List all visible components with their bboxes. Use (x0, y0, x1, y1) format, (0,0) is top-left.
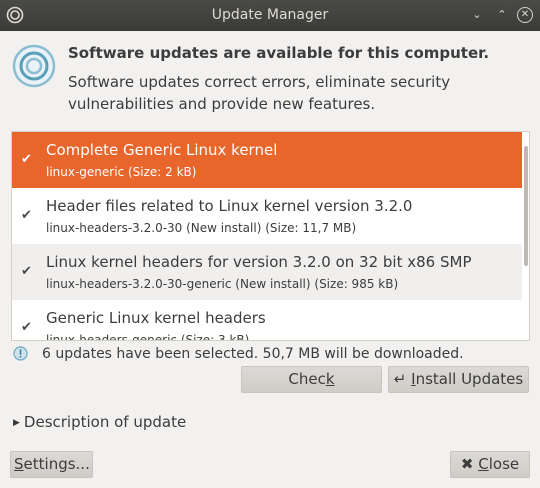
update-row[interactable]: ✔ Generic Linux kernel headers linux-hea… (12, 300, 522, 341)
install-label: nstall Updates (415, 370, 524, 388)
update-name: Linux kernel headers for version 3.2.0 o… (46, 253, 472, 271)
update-package: linux-headers-generic (Size: 3 kB) (46, 333, 250, 341)
scrollbar[interactable] (524, 146, 528, 266)
description-label: Description of update (23, 413, 187, 431)
update-manager-icon (12, 44, 56, 88)
update-name: Complete Generic Linux kernel (46, 141, 278, 159)
update-name: Header files related to Linux kernel ver… (46, 197, 413, 215)
info-icon (13, 346, 28, 361)
expander-arrow-icon: ▶ (13, 418, 20, 428)
update-package: linux-generic (Size: 2 kB) (46, 165, 197, 179)
close-label: lose (488, 455, 520, 473)
maximize-button[interactable]: ⌃ (494, 7, 510, 23)
install-updates-button[interactable]: ↵ Install Updates (388, 366, 529, 393)
checkmark-icon[interactable]: ✔ (21, 152, 32, 167)
checkmark-icon[interactable]: ✔ (21, 208, 32, 223)
close-window-button[interactable]: ✕ (517, 7, 533, 23)
settings-accel: S (14, 455, 24, 473)
checkmark-icon[interactable]: ✔ (21, 320, 32, 335)
close-button[interactable]: ✖ Close (450, 451, 530, 478)
update-row[interactable]: ✔ Linux kernel headers for version 3.2.0… (12, 244, 522, 300)
close-accel: C (478, 455, 489, 473)
checkmark-icon[interactable]: ✔ (21, 264, 32, 279)
update-package: linux-headers-3.2.0-30-generic (New inst… (46, 277, 399, 291)
title-bar: Update Manager ⌄ ⌃ ✕ (0, 0, 540, 31)
updates-list[interactable]: ✔ Complete Generic Linux kernel linux-ge… (11, 131, 530, 341)
settings-button[interactable]: Settings... (10, 451, 93, 478)
header-description: Software updates correct errors, elimina… (68, 73, 451, 113)
settings-label: ettings... (23, 455, 90, 473)
update-row[interactable]: ✔ Header files related to Linux kernel v… (12, 188, 522, 244)
description-expander[interactable]: ▶ Description of update (13, 413, 186, 431)
update-row[interactable]: ✔ Complete Generic Linux kernel linux-ge… (12, 132, 522, 188)
minimize-button[interactable]: ⌄ (469, 7, 485, 23)
update-package: linux-headers-3.2.0-30 (New install) (Si… (46, 221, 357, 235)
update-name: Generic Linux kernel headers (46, 309, 266, 327)
check-accel: k (325, 370, 335, 388)
check-button[interactable]: Check (241, 366, 382, 393)
check-label: Chec (288, 370, 326, 388)
status-text: 6 updates have been selected. 50,7 MB wi… (42, 346, 464, 362)
enter-icon: ↵ (393, 370, 407, 388)
window-title: Update Manager (211, 7, 329, 23)
close-icon: ✖ (460, 455, 474, 473)
header-title: Software updates are available for this … (68, 44, 490, 62)
